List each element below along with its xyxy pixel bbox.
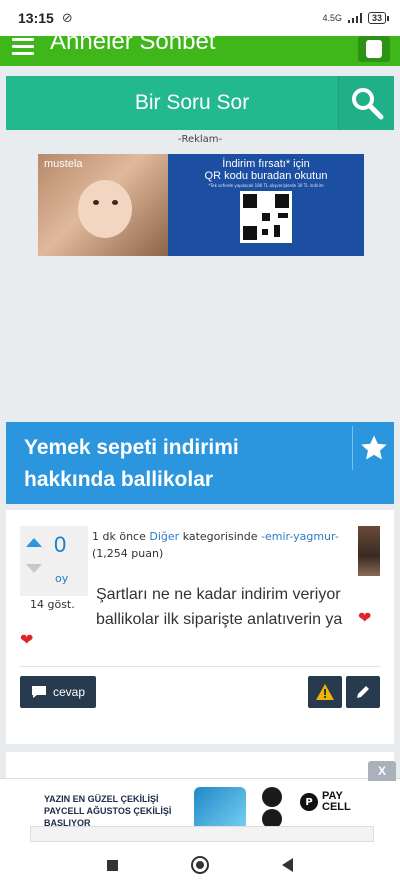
prize-badges — [252, 787, 292, 831]
paycell-logo: P PAY CELL — [300, 791, 351, 813]
question-header: Yemek sepeti indirimi hakkında ballikola… — [6, 422, 394, 504]
category-link[interactable]: Diğer — [149, 530, 179, 543]
paycell-word2: CELL — [322, 801, 351, 813]
search-icon — [351, 88, 383, 120]
system-nav-bar — [0, 842, 400, 888]
menu-icon[interactable] — [12, 38, 34, 59]
ad-fineprint: *Tek seferde yapılacak 180 TL alışverişl… — [208, 183, 324, 188]
edit-button[interactable] — [346, 676, 380, 708]
status-time: 13:15 — [18, 10, 54, 26]
ad-brand: mustela — [44, 158, 83, 170]
ask-question-bar: Bir Soru Sor — [6, 76, 394, 130]
favorite-button[interactable] — [352, 426, 394, 470]
heart-icon: ❤ — [358, 608, 372, 627]
author-points: (1,254 puan) — [92, 547, 164, 560]
time-ago: 1 dk önce — [92, 530, 146, 543]
pencil-icon — [357, 686, 369, 698]
report-button[interactable] — [308, 676, 342, 708]
star-icon — [360, 435, 387, 460]
bottom-ad-line1: YAZIN EN GÜZEL ÇEKİLİŞİ — [44, 794, 159, 804]
app-header: Anneler Sohbet — [0, 36, 400, 66]
status-icons: 4.5G 33 — [322, 12, 390, 24]
mute-icon: ⊘ — [61, 10, 73, 26]
back-icon[interactable] — [282, 858, 294, 872]
comment-icon — [31, 686, 46, 698]
ad-label: -Reklam- — [177, 134, 223, 145]
ad-image: mustela — [38, 154, 168, 256]
ad-line1: İndirim fırsatı* için — [222, 158, 310, 170]
editor-toolbar — [30, 826, 374, 842]
bottom-ad-text: YAZIN EN GÜZEL ÇEKİLİŞİ PAYCELL AĞUSTOS … — [44, 793, 171, 829]
search-button[interactable] — [338, 76, 394, 130]
ask-question-button[interactable]: Bir Soru Sor — [6, 76, 338, 130]
qr-code-icon — [240, 191, 292, 243]
answer-label: cevap — [52, 685, 86, 699]
view-count: 14 göst. — [30, 598, 75, 611]
heart-icon: ❤ — [20, 630, 34, 649]
divider — [20, 666, 380, 667]
network-label: 4.5G — [322, 13, 342, 23]
user-icon[interactable] — [358, 36, 390, 62]
warning-icon — [316, 684, 334, 700]
app-title[interactable]: Anneler Sohbet — [50, 36, 215, 56]
question-content: Şartları ne ne kadar indirim veriyor bal… — [96, 586, 343, 628]
paycell-p-icon: P — [300, 793, 318, 811]
answer-button[interactable]: cevap — [20, 676, 96, 708]
ad-text-panel: İndirim fırsatı* için QR kodu buradan ok… — [168, 154, 364, 256]
category-suffix: kategorisinde — [182, 530, 258, 543]
vote-count: 0 — [54, 532, 67, 557]
vote-box: 0 oy — [20, 526, 88, 596]
question-title: Yemek sepeti indirimi hakkında ballikola… — [24, 436, 239, 491]
close-ad-button[interactable]: X — [368, 761, 396, 781]
avatar[interactable] — [358, 526, 380, 576]
signal-icon — [347, 13, 362, 23]
vote-down-icon[interactable] — [26, 564, 42, 573]
author-link[interactable]: -emir-yagmur- — [261, 530, 339, 543]
vote-unit: oy — [55, 572, 69, 585]
vote-up-icon[interactable] — [26, 538, 42, 547]
battery-icon: 33 — [367, 12, 390, 24]
ad-banner[interactable]: mustela İndirim fırsatı* için QR kodu bu… — [38, 154, 364, 256]
home-icon[interactable] — [190, 856, 209, 874]
status-bar: 13:15 ⊘ 4.5G 33 — [0, 0, 400, 36]
ad-line2: QR kodu buradan okutun — [204, 170, 328, 182]
prize-image — [194, 787, 246, 831]
bottom-ad-line2: PAYCELL AĞUSTOS ÇEKİLİŞİ — [44, 806, 172, 816]
question-body: 0 oy 14 göst. 1 dk önce Diğer kategorisi… — [6, 510, 394, 744]
recent-apps-icon[interactable] — [106, 859, 118, 871]
question-meta: 1 dk önce Diğer kategorisinde -emir-yagm… — [92, 528, 350, 562]
